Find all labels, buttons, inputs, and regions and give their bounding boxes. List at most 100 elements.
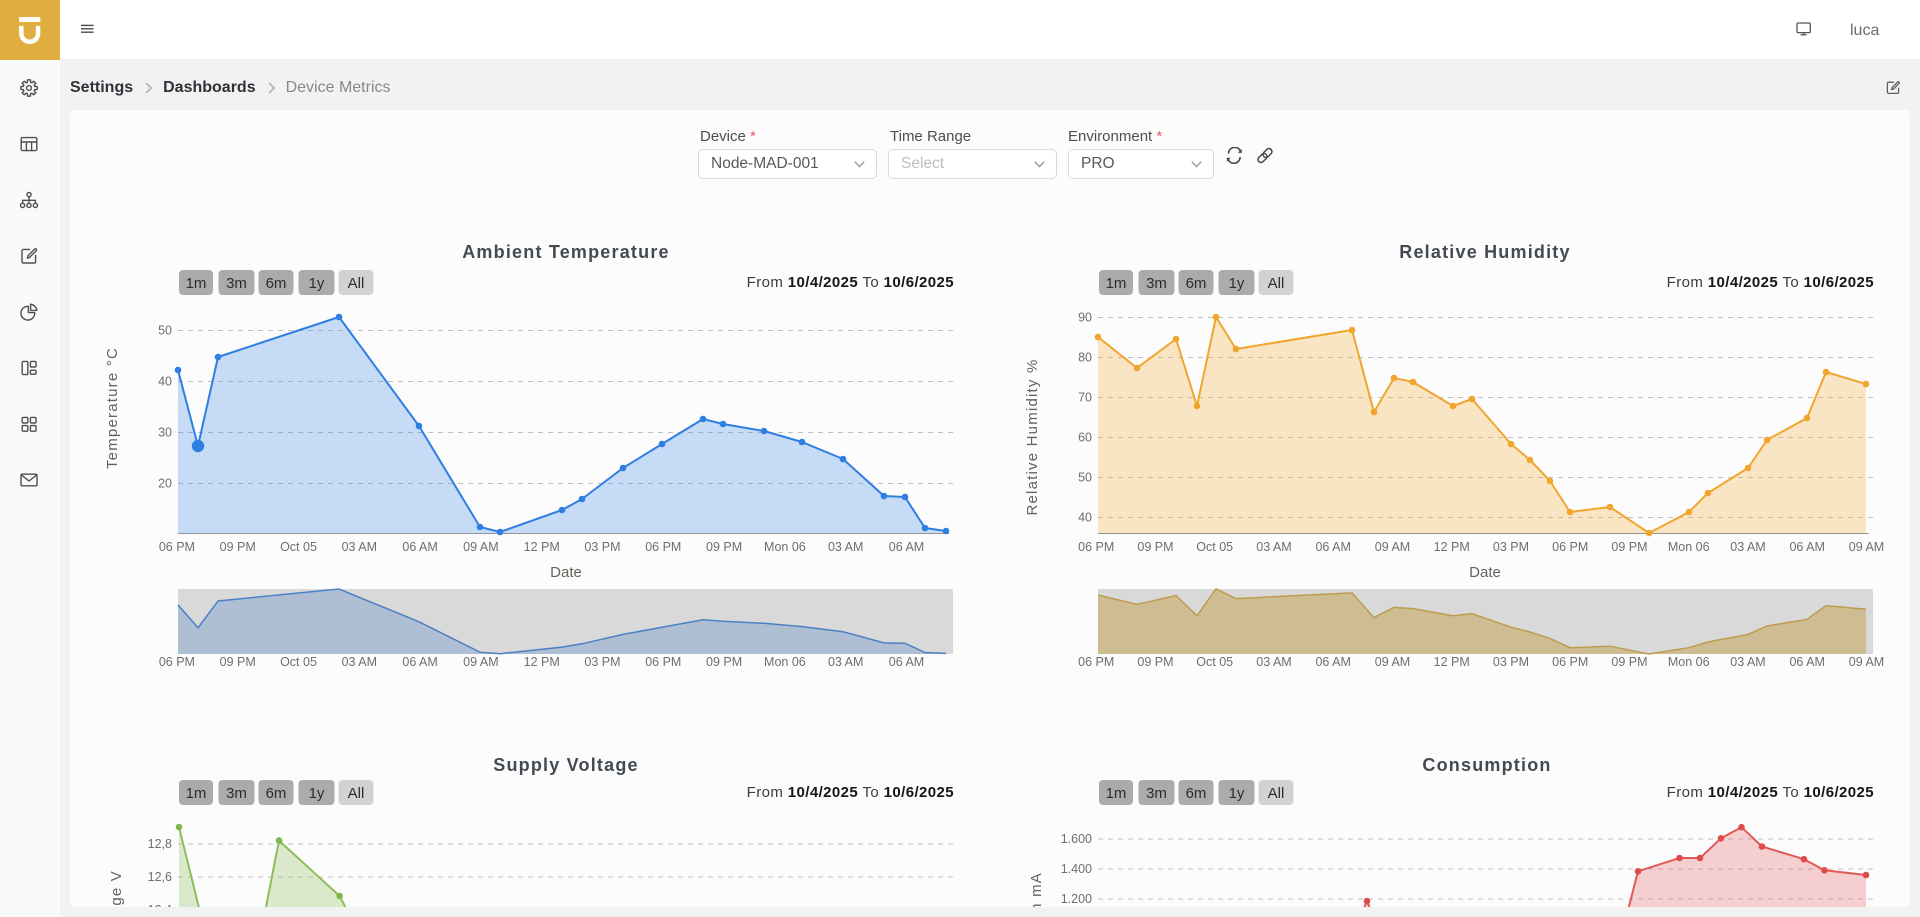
svg-text:09 PM: 09 PM [706,655,742,669]
svg-text:06 AM: 06 AM [402,655,437,669]
svg-text:12 PM: 12 PM [524,540,560,554]
svg-text:06 AM: 06 AM [1789,540,1824,554]
svg-text:40: 40 [158,375,172,389]
svg-text:Relative Humidity: Relative Humidity [1399,242,1570,262]
svg-text:3m: 3m [1146,275,1167,292]
svg-text:1.600: 1.600 [1061,832,1092,846]
svg-text:3m: 3m [226,275,247,292]
svg-text:12 PM: 12 PM [1434,540,1470,554]
svg-text:6m: 6m [1186,785,1207,802]
svg-text:09 PM: 09 PM [1137,540,1173,554]
svg-text:03 PM: 03 PM [1493,655,1529,669]
svg-text:03 AM: 03 AM [342,655,377,669]
svg-text:From 10/4/2025 To 10/6/2025: From 10/4/2025 To 10/6/2025 [1667,784,1874,801]
svg-text:06 PM: 06 PM [159,540,195,554]
svg-text:50: 50 [1078,471,1092,485]
svg-text:30: 30 [158,426,172,440]
svg-text:1m: 1m [186,785,207,802]
svg-text:1y: 1y [1229,275,1245,292]
svg-text:Date: Date [1469,564,1501,581]
svg-text:Temperature °C: Temperature °C [104,347,121,469]
svg-text:Oct 05: Oct 05 [1196,655,1233,669]
svg-text:09 AM: 09 AM [463,540,498,554]
svg-text:09 AM: 09 AM [463,655,498,669]
svg-text:09 PM: 09 PM [706,540,742,554]
svg-text:Mon 06: Mon 06 [1668,655,1710,669]
svg-text:06 PM: 06 PM [645,655,681,669]
svg-text:09 AM: 09 AM [1375,540,1410,554]
svg-text:6m: 6m [266,785,287,802]
svg-text:All: All [1268,785,1285,802]
svg-text:6m: 6m [1186,275,1207,292]
svg-text:09 PM: 09 PM [220,655,256,669]
svg-text:Consumption mA: Consumption mA [1028,872,1045,907]
svg-text:03 AM: 03 AM [828,540,863,554]
svg-text:1.400: 1.400 [1061,862,1092,876]
svg-text:06 AM: 06 AM [1789,655,1824,669]
svg-text:12 PM: 12 PM [524,655,560,669]
svg-text:03 AM: 03 AM [1256,540,1291,554]
svg-text:90: 90 [1078,311,1092,325]
svg-text:All: All [348,785,365,802]
svg-text:09 PM: 09 PM [1611,655,1647,669]
svg-text:12,4: 12,4 [148,903,172,907]
svg-text:1y: 1y [1229,785,1245,802]
svg-text:06 AM: 06 AM [1315,540,1350,554]
svg-text:From 10/4/2025 To 10/6/2025: From 10/4/2025 To 10/6/2025 [747,274,954,291]
svg-text:Consumption: Consumption [1422,755,1551,775]
svg-text:Mon 06: Mon 06 [764,655,806,669]
svg-text:06 AM: 06 AM [402,540,437,554]
svg-text:1.200: 1.200 [1061,892,1092,906]
svg-text:Voltage V: Voltage V [108,870,125,907]
svg-text:03 AM: 03 AM [828,655,863,669]
svg-text:03 PM: 03 PM [1493,540,1529,554]
svg-text:20: 20 [158,477,172,491]
svg-text:09 PM: 09 PM [220,540,256,554]
svg-text:03 AM: 03 AM [1730,655,1765,669]
svg-text:1m: 1m [186,275,207,292]
svg-text:03 AM: 03 AM [1730,540,1765,554]
svg-text:80: 80 [1078,351,1092,365]
svg-text:All: All [1268,275,1285,292]
svg-text:1m: 1m [1106,275,1127,292]
svg-text:06 PM: 06 PM [1078,655,1114,669]
svg-text:3m: 3m [226,785,247,802]
svg-text:03 AM: 03 AM [342,540,377,554]
svg-text:03 PM: 03 PM [584,655,620,669]
svg-text:From 10/4/2025 To 10/6/2025: From 10/4/2025 To 10/6/2025 [747,784,954,801]
svg-text:1y: 1y [309,275,325,292]
svg-text:1y: 1y [309,785,325,802]
svg-text:03 AM: 03 AM [1256,655,1291,669]
svg-text:12 PM: 12 PM [1434,655,1470,669]
svg-text:3m: 3m [1146,785,1167,802]
svg-text:70: 70 [1078,391,1092,405]
svg-text:12,6: 12,6 [148,870,172,884]
svg-text:Ambient Temperature: Ambient Temperature [462,242,670,262]
svg-text:09 AM: 09 AM [1849,540,1884,554]
svg-text:Oct 05: Oct 05 [280,655,317,669]
svg-text:06 PM: 06 PM [1552,540,1588,554]
svg-text:06 PM: 06 PM [159,655,195,669]
svg-text:Oct 05: Oct 05 [1196,540,1233,554]
svg-text:06 PM: 06 PM [645,540,681,554]
svg-text:6m: 6m [266,275,287,292]
svg-text:Date: Date [550,564,582,581]
svg-text:06 AM: 06 AM [889,655,924,669]
svg-text:06 AM: 06 AM [1315,655,1350,669]
svg-text:09 PM: 09 PM [1611,540,1647,554]
svg-text:Mon 06: Mon 06 [1668,540,1710,554]
svg-text:03 PM: 03 PM [584,540,620,554]
svg-text:12,8: 12,8 [148,837,172,851]
svg-text:Oct 05: Oct 05 [280,540,317,554]
svg-text:06 AM: 06 AM [889,540,924,554]
svg-text:Mon 06: Mon 06 [764,540,806,554]
svg-text:From 10/4/2025 To 10/6/2025: From 10/4/2025 To 10/6/2025 [1667,274,1874,291]
svg-text:09 AM: 09 AM [1849,655,1884,669]
svg-text:40: 40 [1078,511,1092,525]
svg-text:50: 50 [158,324,172,338]
svg-text:1m: 1m [1106,785,1127,802]
svg-text:06 PM: 06 PM [1078,540,1114,554]
svg-text:Relative Humidity %: Relative Humidity % [1024,358,1041,515]
svg-text:06 PM: 06 PM [1552,655,1588,669]
svg-text:60: 60 [1078,431,1092,445]
